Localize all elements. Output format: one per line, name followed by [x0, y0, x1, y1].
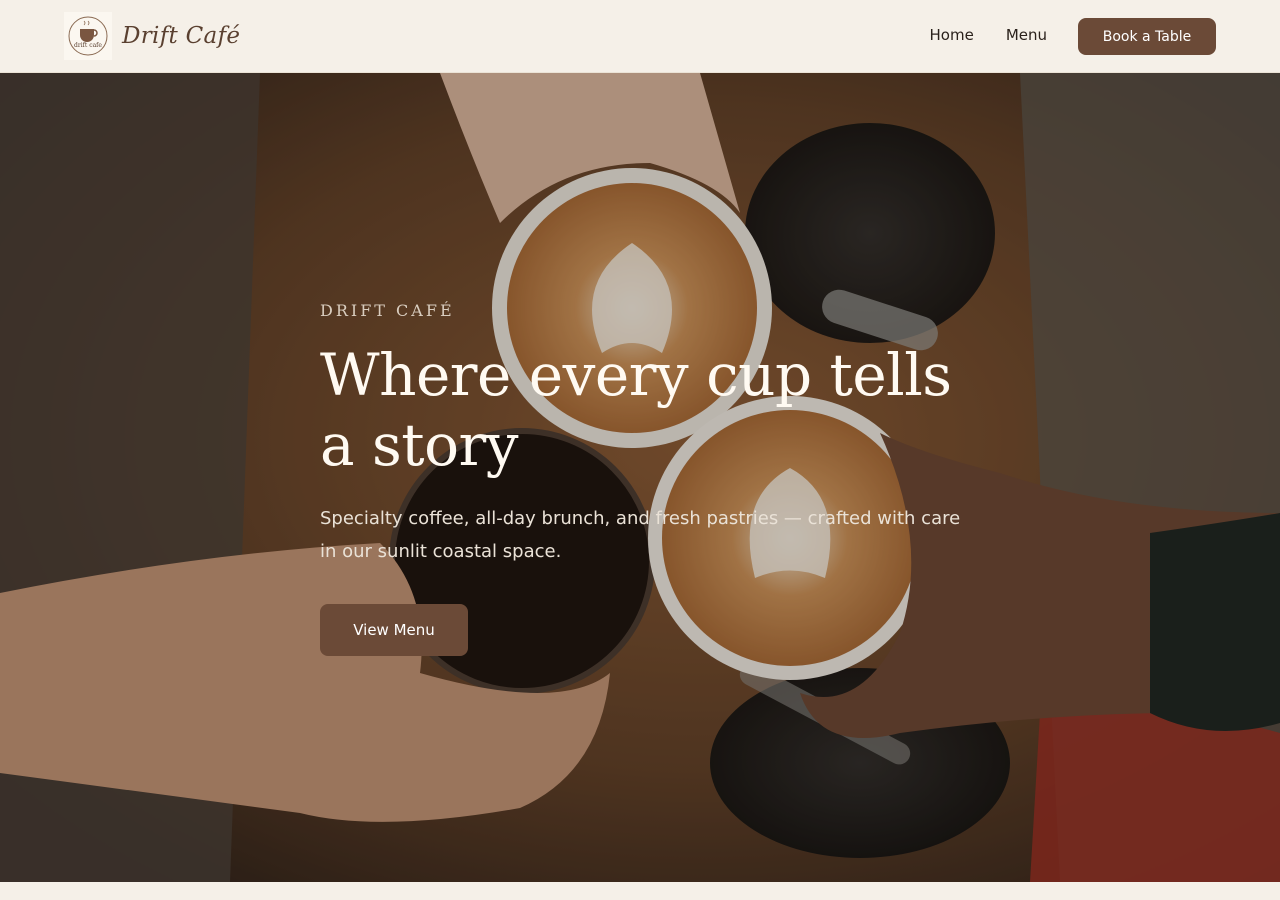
hero-eyebrow: DRIFT CAFÉ — [320, 301, 455, 320]
nav-home-link[interactable]: Home — [930, 26, 974, 44]
brand[interactable]: drift cafe Drift Café — [64, 12, 240, 60]
main-nav: Home Menu Book a Table — [930, 17, 1216, 55]
hero-subtext: Specialty coffee, all-day brunch, and fr… — [320, 508, 961, 562]
logo-text: drift cafe — [74, 42, 102, 49]
coffee-cup-icon: drift cafe — [68, 16, 108, 56]
hero-headline: Where every cup tells a story — [320, 341, 952, 479]
site-header: drift cafe Drift Café Home Menu Book a T… — [0, 0, 1280, 73]
logo[interactable]: drift cafe — [64, 12, 112, 60]
hero-content: DRIFT CAFÉ Where every cup tells a story… — [320, 301, 980, 656]
next-section-edge — [0, 882, 1280, 900]
view-menu-button[interactable]: View Menu — [320, 604, 468, 656]
book-table-button[interactable]: Book a Table — [1078, 18, 1216, 55]
nav-menu-link[interactable]: Menu — [1006, 26, 1047, 44]
hero-section: DRIFT CAFÉ Where every cup tells a story… — [0, 73, 1280, 882]
brand-name[interactable]: Drift Café — [122, 23, 240, 49]
